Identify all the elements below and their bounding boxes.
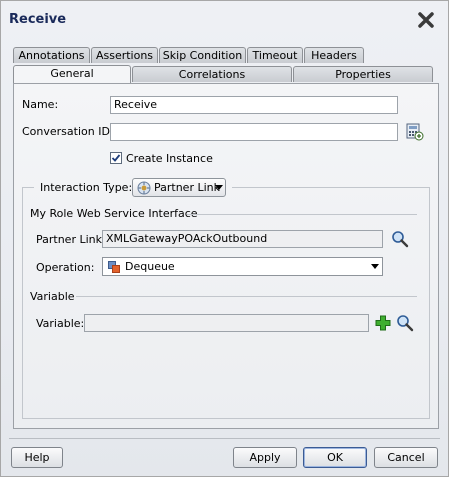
partner-link-search-icon[interactable] (391, 230, 409, 248)
chevron-down-icon (215, 185, 223, 190)
operation-value: Dequeue (125, 260, 175, 273)
general-panel: Name: Receive Conversation ID: Create In… (13, 83, 439, 429)
cancel-button[interactable]: Cancel (374, 447, 438, 468)
receive-dialog: Receive Annotations Assertions Skip Cond… (0, 0, 449, 477)
my-role-label: My Role Web Service Interface (30, 207, 198, 220)
tab-timeout[interactable]: Timeout (247, 47, 303, 63)
my-role-divider (187, 214, 417, 215)
create-instance-checkbox[interactable] (110, 152, 122, 164)
close-icon[interactable] (417, 11, 435, 29)
variable-label: Variable: (36, 317, 85, 330)
tab-headers[interactable]: Headers (304, 47, 364, 63)
check-icon (111, 154, 121, 162)
tab-correlations[interactable]: Correlations (132, 66, 292, 82)
add-icon[interactable] (375, 315, 391, 331)
partner-link-field[interactable]: XMLGatewayPOAckOutbound (102, 230, 383, 248)
operation-icon (108, 261, 120, 273)
operation-dropdown[interactable]: Dequeue (102, 257, 383, 276)
variable-search-icon[interactable] (396, 314, 414, 332)
partner-link-icon (137, 181, 151, 195)
group-top-line-left (22, 187, 34, 188)
tab-general[interactable]: General (13, 65, 131, 83)
interaction-type-value: Partner Link (154, 181, 220, 194)
interaction-type-group (22, 187, 430, 419)
tab-skip-condition[interactable]: Skip Condition (159, 47, 246, 63)
interaction-type-dropdown[interactable]: Partner Link (132, 178, 226, 197)
tab-assertions[interactable]: Assertions (91, 47, 158, 63)
chevron-down-icon (371, 264, 379, 269)
help-button[interactable]: Help (11, 447, 63, 468)
create-instance-label: Create Instance (126, 152, 213, 165)
apply-button[interactable]: Apply (233, 447, 297, 468)
operation-label: Operation: (36, 261, 95, 274)
partner-link-label: Partner Link: (36, 233, 106, 246)
name-label: Name: (22, 98, 59, 111)
tab-annotations[interactable]: Annotations (13, 47, 90, 63)
group-top-line-right (232, 187, 430, 188)
tab-properties[interactable]: Properties (293, 66, 433, 82)
conversation-id-field[interactable] (110, 123, 398, 141)
dialog-title: Receive (9, 12, 67, 27)
name-field[interactable]: Receive (110, 96, 398, 114)
variable-divider (76, 296, 417, 297)
conversation-id-label: Conversation ID: (22, 125, 114, 138)
variable-field[interactable] (84, 314, 369, 332)
generate-id-icon[interactable] (406, 123, 424, 141)
interaction-type-label: Interaction Type: (40, 181, 133, 194)
variable-group-label: Variable (30, 290, 75, 303)
footer-separator (9, 438, 440, 439)
ok-button[interactable]: OK (303, 447, 367, 468)
